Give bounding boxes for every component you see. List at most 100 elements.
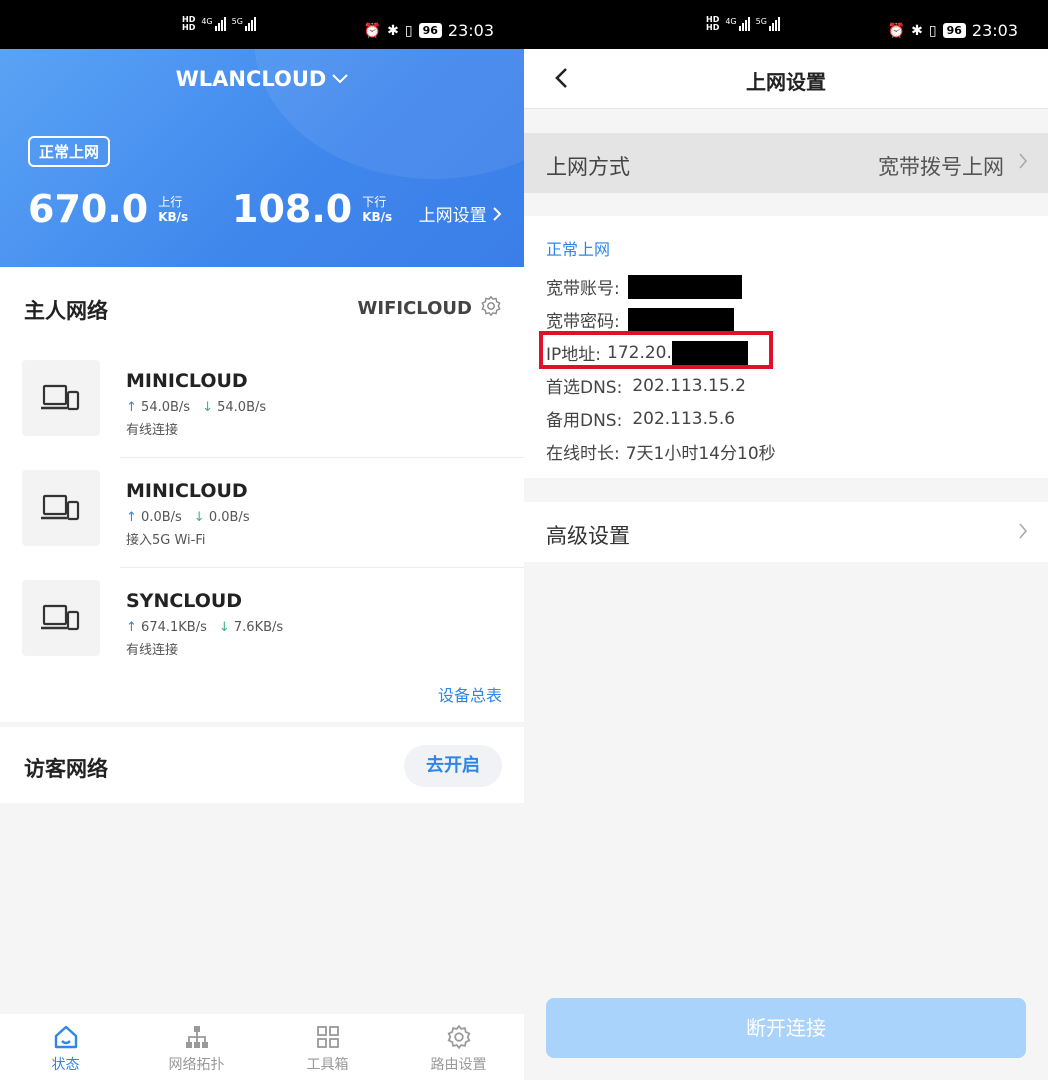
vibrate-icon: ▯ xyxy=(928,22,937,39)
account-label: 宽带账号: xyxy=(546,279,620,299)
download-speed-unit: 下行 KB/s xyxy=(362,195,392,229)
device-list-link[interactable]: 设备总表 xyxy=(438,682,502,706)
wifi-ssid: WIFICLOUD xyxy=(357,298,472,319)
connection-method-value: 宽带拨号上网 xyxy=(878,155,1004,179)
main-network-section: 主人网络 WIFICLOUD MINICLOUD ↑ 54.0B/s ↓ 54.0… xyxy=(0,267,524,722)
upload-unit-label: KB/s xyxy=(158,210,189,224)
device-up-speed: 674.1KB/s xyxy=(141,620,207,635)
uptime-label: 在线时长: xyxy=(546,444,620,464)
signal-icon: 5G xyxy=(232,17,256,31)
laptop-phone-icon xyxy=(41,604,80,631)
secondary-dns-value: 202.113.5.6 xyxy=(632,408,736,429)
device-row[interactable]: SYNCLOUD ↑ 674.1KB/s ↓ 7.6KB/s 有线连接 xyxy=(0,568,524,678)
vibrate-icon: ▯ xyxy=(404,22,413,39)
battery-icon: 96 xyxy=(418,23,442,38)
device-speeds: ↑ 54.0B/s ↓ 54.0B/s xyxy=(126,400,266,415)
device-speeds: ↑ 0.0B/s ↓ 0.0B/s xyxy=(126,510,250,525)
disconnect-button[interactable]: 断开连接 xyxy=(546,998,1026,1058)
nav-tab-toolbox[interactable]: 工具箱 xyxy=(262,1014,393,1080)
nav-label: 工具箱 xyxy=(306,1057,349,1073)
arrow-down-icon: ↓ xyxy=(218,620,230,635)
battery-icon: 96 xyxy=(942,23,966,38)
primary-dns-value: 202.113.15.2 xyxy=(632,375,746,396)
device-up-speed: 54.0B/s xyxy=(141,400,191,415)
download-speed-value: 108.0 xyxy=(232,187,353,231)
device-connection-type: 接入5G Wi-Fi xyxy=(126,533,206,548)
internet-settings-label: 上网设置 xyxy=(418,206,487,226)
left-screen: HD HD 4G 5G ⏰ ✱ ▯ 96 23:03 WLANCLOUD 正常上网… xyxy=(0,0,524,1080)
redaction-box xyxy=(627,307,734,332)
account-row: 宽带账号: xyxy=(546,274,742,299)
device-connection-type: 有线连接 xyxy=(126,643,179,658)
chevron-right-icon xyxy=(1018,523,1028,543)
device-up-speed: 0.0B/s xyxy=(141,510,182,525)
chevron-down-icon xyxy=(332,69,349,88)
chevron-right-icon xyxy=(1018,153,1028,173)
device-icon-box xyxy=(22,580,100,656)
arrow-up-icon: ↑ xyxy=(126,510,137,525)
arrow-up-icon: ↑ xyxy=(126,620,137,635)
device-row[interactable]: MINICLOUD ↑ 0.0B/s ↓ 0.0B/s 接入5G Wi-Fi xyxy=(0,458,524,568)
device-name: SYNCLOUD xyxy=(126,590,243,612)
laptop-phone-icon xyxy=(41,384,80,411)
status-header: WLANCLOUD 正常上网 670.0 上行 KB/s 108.0 下行 KB/s… xyxy=(0,49,524,267)
network-name: WLANCLOUD xyxy=(175,67,327,91)
download-unit-label: KB/s xyxy=(362,210,393,224)
nav-tab-status[interactable]: 状态 xyxy=(0,1014,131,1080)
main-network-title: 主人网络 xyxy=(24,299,108,323)
arrow-down-icon: ↓ xyxy=(193,510,205,525)
alarm-icon: ⏰ xyxy=(887,22,906,39)
status-bar: HD HD 4G 5G ⏰ ✱ ▯ 96 23:03 xyxy=(524,0,1048,49)
signal-icon: 4G xyxy=(201,17,226,31)
wifi-settings-link[interactable]: WIFICLOUD xyxy=(358,295,502,322)
chevron-right-icon xyxy=(492,206,502,226)
laptop-phone-icon xyxy=(41,494,80,521)
device-icon-box xyxy=(22,360,100,436)
alarm-icon: ⏰ xyxy=(363,22,382,39)
enable-guest-button[interactable]: 去开启 xyxy=(404,745,502,787)
secondary-dns-row: 备用DNS: 202.113.5.6 xyxy=(546,406,736,432)
gear-icon xyxy=(480,295,502,322)
upload-speed-value: 670.0 xyxy=(28,187,149,231)
page-title: 上网设置 xyxy=(746,70,826,94)
upload-speed-unit: 上行 KB/s xyxy=(158,195,188,229)
status-badge: 正常上网 xyxy=(28,136,111,167)
topology-icon xyxy=(185,1026,208,1048)
signal-icon: 4G xyxy=(725,17,750,31)
network-selector[interactable]: WLANCLOUD xyxy=(0,67,524,91)
signal-icon: 5G xyxy=(756,17,780,31)
right-screen: HD HD 4G 5G ⏰ ✱ ▯ 96 23:03 上网设置 上网方式 宽带拨号… xyxy=(524,0,1048,1080)
device-row[interactable]: MINICLOUD ↑ 54.0B/s ↓ 54.0B/s 有线连接 xyxy=(0,348,524,458)
secondary-dns-label: 备用DNS: xyxy=(546,411,623,431)
home-icon xyxy=(54,1025,77,1049)
uptime-row: 在线时长: 7天1小时14分10秒 xyxy=(546,439,776,464)
signal-indicators: HD HD 4G 5G xyxy=(706,16,780,32)
device-speeds: ↑ 674.1KB/s ↓ 7.6KB/s xyxy=(126,620,283,635)
connection-status: 正常上网 xyxy=(546,240,611,259)
download-speed: 108.0 下行 KB/s xyxy=(232,189,392,229)
device-down-speed: 0.0B/s xyxy=(208,510,250,525)
arrow-up-icon: ↑ xyxy=(126,400,137,415)
device-down-speed: 7.6KB/s xyxy=(233,620,284,635)
nav-label: 状态 xyxy=(51,1057,80,1073)
device-down-speed: 54.0B/s xyxy=(217,400,267,415)
highlight-box xyxy=(539,331,773,369)
gear-icon xyxy=(447,1024,470,1050)
status-bar: HD HD 4G 5G ⏰ ✱ ▯ 96 23:03 xyxy=(0,0,524,49)
password-row: 宽带密码: xyxy=(546,307,734,332)
guest-network-title: 访客网络 xyxy=(24,757,108,781)
primary-dns-row: 首选DNS: 202.113.15.2 xyxy=(546,373,746,399)
device-name: MINICLOUD xyxy=(126,370,248,392)
connection-method-label: 上网方式 xyxy=(546,155,630,179)
advanced-settings-row[interactable]: 高级设置 xyxy=(524,502,1048,562)
download-direction-label: 下行 xyxy=(362,195,387,209)
nav-tab-topology[interactable]: 网络拓扑 xyxy=(131,1014,262,1080)
bluetooth-icon: ✱ xyxy=(387,22,399,39)
uptime-value: 7天1小时14分10秒 xyxy=(625,444,776,464)
guest-network-section: 访客网络 去开启 xyxy=(0,727,524,803)
nav-tab-router-settings[interactable]: 路由设置 xyxy=(393,1014,524,1080)
device-icon-box xyxy=(22,470,100,546)
connection-method-row[interactable]: 上网方式 宽带拨号上网 xyxy=(524,133,1048,193)
internet-settings-link[interactable]: 上网设置 xyxy=(419,201,502,226)
device-name: MINICLOUD xyxy=(126,480,248,502)
